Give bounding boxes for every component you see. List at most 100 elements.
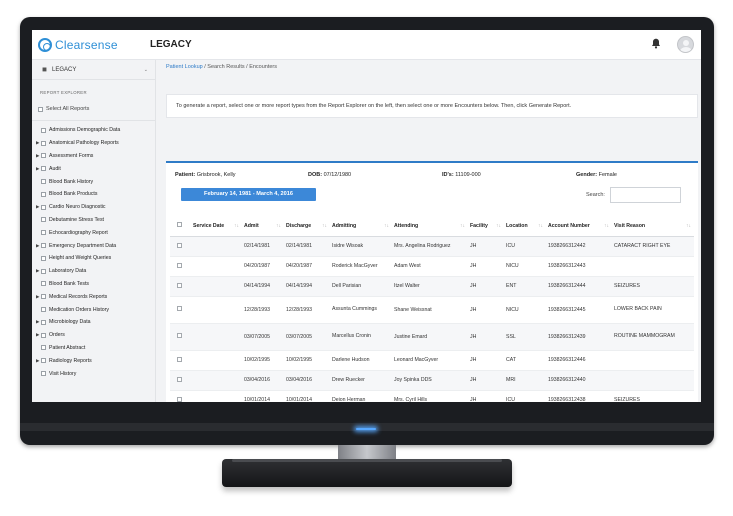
app-screen: Clearsense LEGACY ◼ LEGACY ⌄ REPORT EXPL… <box>32 30 701 402</box>
row-checkbox[interactable] <box>177 242 182 248</box>
report-checkbox[interactable] <box>41 294 46 300</box>
report-checkbox[interactable] <box>41 140 46 146</box>
bell-icon[interactable] <box>651 38 661 52</box>
report-checkbox[interactable] <box>41 166 46 172</box>
report-item[interactable]: Admissions Demographic Data <box>36 124 154 137</box>
report-item[interactable]: ▶ Cardio Neuro Diagnostic <box>36 201 154 214</box>
select-all-checkbox[interactable] <box>38 106 43 112</box>
date-range-filter[interactable]: February 14, 1981 - March 4, 2016 <box>181 188 316 201</box>
report-item[interactable]: ▶ Audit <box>36 162 154 175</box>
search-input[interactable] <box>610 187 681 203</box>
column-header[interactable]: Facility ↑↓ <box>468 216 504 237</box>
logo-icon <box>38 38 52 52</box>
breadcrumb-search-results[interactable]: Search Results <box>207 64 244 70</box>
table-row[interactable]: 03/04/2016 03/04/2016 Drew Ruecker Joy Spin… <box>170 370 694 391</box>
table-row[interactable]: 10/01/2014 10/01/2014 Deion Herman Mrs. Cyr… <box>170 390 694 402</box>
report-item[interactable]: Debutamine Stress Test <box>36 214 154 227</box>
sort-icon[interactable]: ↑↓ <box>460 223 465 229</box>
sort-icon[interactable]: ↑↓ <box>322 223 327 229</box>
report-item[interactable]: Visit History <box>36 367 154 380</box>
report-checkbox[interactable] <box>41 255 46 261</box>
sort-icon[interactable]: ↑↓ <box>234 223 239 229</box>
report-item[interactable]: ▶ Assessment Forms <box>36 150 154 163</box>
report-checkbox[interactable] <box>41 217 46 223</box>
report-label: Debutamine Stress Test <box>49 216 104 223</box>
sort-icon[interactable]: ↑↓ <box>538 223 543 229</box>
column-header-label: Location <box>506 222 528 229</box>
sort-icon[interactable]: ↑↓ <box>686 223 691 229</box>
report-item[interactable]: ▶ Radiology Reports <box>36 354 154 367</box>
report-item[interactable]: ▶ Laboratory Data <box>36 265 154 278</box>
row-checkbox[interactable] <box>177 262 182 268</box>
table-row[interactable]: 10/02/1995 10/02/1995 Darlene Hudson Leonar… <box>170 350 694 371</box>
patient-gender-field: Gender: Female <box>576 172 617 178</box>
sort-icon[interactable]: ↑↓ <box>276 223 281 229</box>
encounters-table: Service Date ↑↓ Admit ↑↓ Discharge ↑↓ Admittin… <box>170 216 694 402</box>
select-all-rows-header[interactable] <box>170 216 191 237</box>
report-checkbox[interactable] <box>41 332 46 338</box>
select-all-rows-checkbox[interactable] <box>177 222 182 228</box>
report-checkbox[interactable] <box>41 153 46 159</box>
avatar-icon[interactable] <box>677 36 694 53</box>
report-item[interactable]: Patient Abstract <box>36 342 154 355</box>
breadcrumb-patient-lookup[interactable]: Patient Lookup <box>166 64 203 70</box>
report-checkbox[interactable] <box>41 371 46 377</box>
report-item[interactable]: Height and Weight Queries <box>36 252 154 265</box>
sort-icon[interactable]: ↑↓ <box>384 223 389 229</box>
report-label: Microbiology Data <box>49 319 91 326</box>
column-header[interactable]: Attending ↑↓ <box>392 216 468 237</box>
column-header[interactable]: Account Number ↑↓ <box>546 216 612 237</box>
report-checkbox[interactable] <box>41 243 46 249</box>
report-checkbox[interactable] <box>41 191 46 197</box>
table-cell: 1938266312446 <box>546 350 612 371</box>
report-item[interactable]: Blood Bank Products <box>36 188 154 201</box>
report-checkbox[interactable] <box>41 307 46 313</box>
report-checkbox[interactable] <box>41 179 46 185</box>
legacy-dropdown[interactable]: ◼ LEGACY ⌄ <box>32 60 156 80</box>
column-header[interactable]: Location ↑↓ <box>504 216 546 237</box>
table-row[interactable]: 02/14/1981 02/14/1981 Isidre Wisoak Mrs. An… <box>170 236 694 257</box>
row-checkbox[interactable] <box>177 306 182 311</box>
column-header[interactable]: Discharge ↑↓ <box>284 216 330 237</box>
row-checkbox[interactable] <box>177 356 182 362</box>
select-all-reports[interactable]: Select All Reports <box>38 106 89 112</box>
column-header[interactable]: Admitting ↑↓ <box>330 216 392 237</box>
column-header[interactable]: Admit ↑↓ <box>242 216 284 237</box>
table-row[interactable]: 12/28/1993 12/28/1993 Assunta Cummings Shan… <box>170 296 694 324</box>
report-item[interactable]: Medication Orders History <box>36 303 154 316</box>
table-row[interactable]: 04/14/1994 04/14/1994 Dell Parisian Itzel W… <box>170 276 694 297</box>
table-row[interactable]: 03/07/2005 03/07/2005 Marcellus Cronin Just… <box>170 323 694 351</box>
table-row[interactable]: 04/20/1987 04/20/1987 Roderick MacGyver Ada… <box>170 256 694 277</box>
report-checkbox[interactable] <box>41 230 46 236</box>
report-item[interactable]: Blood Bank Tests <box>36 278 154 291</box>
report-item[interactable]: ▶ Emergency Department Data <box>36 239 154 252</box>
row-checkbox[interactable] <box>177 333 182 338</box>
report-checkbox[interactable] <box>41 127 46 133</box>
report-item[interactable]: Echocardiography Report <box>36 226 154 239</box>
report-checkbox[interactable] <box>41 319 46 325</box>
encounters-card: Patient: Grisbrook, Kelly DOB: 07/12/198… <box>166 161 698 402</box>
report-item[interactable]: ▶ Anatomical Pathology Reports <box>36 137 154 150</box>
table-cell: 03/07/2005 <box>242 323 284 351</box>
sort-icon[interactable]: ↑↓ <box>604 223 609 229</box>
row-select-cell <box>170 236 191 257</box>
clearsense-logo[interactable]: Clearsense <box>38 37 118 53</box>
column-header[interactable]: Service Date ↑↓ <box>191 216 242 237</box>
report-item[interactable]: ▶ Medical Records Reports <box>36 290 154 303</box>
report-checkbox[interactable] <box>41 281 46 287</box>
report-item[interactable]: ▶ Orders <box>36 329 154 342</box>
row-checkbox[interactable] <box>177 376 182 382</box>
row-checkbox[interactable] <box>177 396 182 402</box>
sort-icon[interactable]: ↑↓ <box>496 223 501 229</box>
report-checkbox[interactable] <box>41 358 46 364</box>
report-item[interactable]: ▶ Microbiology Data <box>36 316 154 329</box>
report-checkbox[interactable] <box>41 268 46 274</box>
report-checkbox[interactable] <box>41 204 46 210</box>
column-header-label: Visit Reason <box>614 222 646 229</box>
column-header[interactable]: Visit Reason ↑↓ <box>612 216 694 237</box>
chevron-down-icon: ⌄ <box>143 66 148 73</box>
report-label: Medication Orders History <box>49 306 109 313</box>
report-item[interactable]: Blood Bank History <box>36 175 154 188</box>
report-checkbox[interactable] <box>41 345 46 351</box>
row-checkbox[interactable] <box>177 282 182 288</box>
